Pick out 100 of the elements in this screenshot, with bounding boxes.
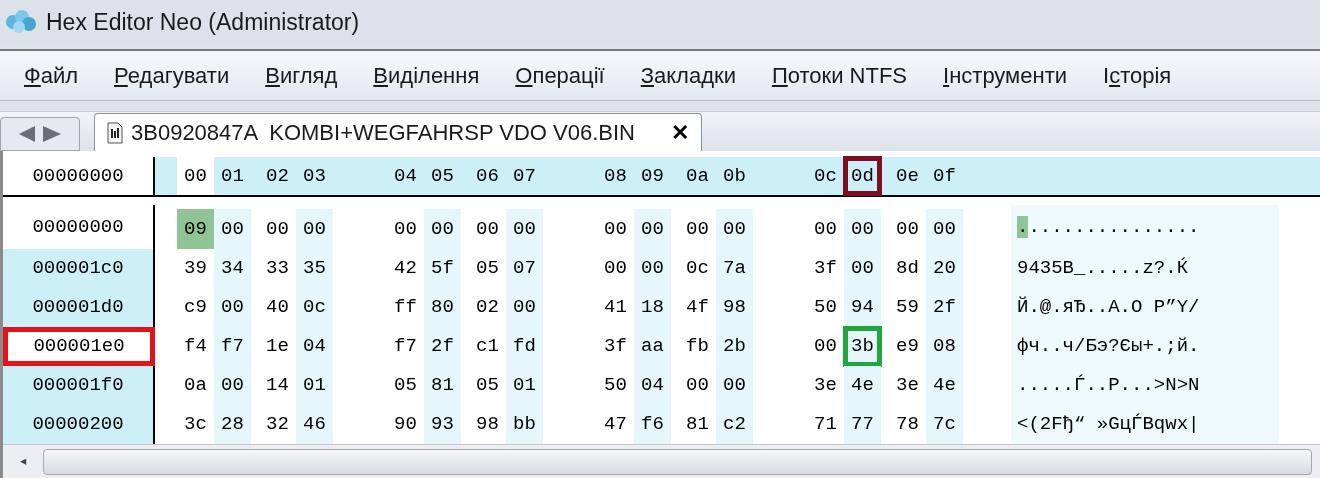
- hex-byte[interactable]: 14: [259, 366, 296, 405]
- hex-byte[interactable]: 00: [214, 209, 251, 249]
- hex-byte[interactable]: 78: [889, 405, 926, 444]
- hex-byte[interactable]: 05: [469, 249, 506, 288]
- hex-byte[interactable]: 18: [634, 288, 671, 327]
- hex-byte[interactable]: 00: [926, 209, 963, 249]
- hex-byte[interactable]: 3f: [597, 327, 634, 366]
- hex-byte[interactable]: 00: [889, 209, 926, 249]
- hex-byte[interactable]: 00: [469, 209, 506, 249]
- hex-byte[interactable]: 34: [214, 249, 251, 288]
- hex-byte[interactable]: 00: [506, 288, 543, 327]
- hex-byte[interactable]: fd: [506, 327, 543, 366]
- hex-byte[interactable]: 00: [716, 366, 753, 405]
- menu-item[interactable]: Потоки NTFS: [771, 59, 908, 92]
- hex-byte[interactable]: 4e: [926, 366, 963, 405]
- hex-byte[interactable]: 47: [597, 405, 634, 444]
- hex-byte[interactable]: fb: [679, 327, 716, 366]
- scroll-thumb[interactable]: [43, 448, 1312, 475]
- hex-byte[interactable]: 3f: [807, 249, 844, 288]
- hex-byte[interactable]: 00: [634, 209, 671, 249]
- hex-byte[interactable]: c2: [716, 405, 753, 444]
- hex-byte[interactable]: 32: [259, 405, 296, 444]
- hex-byte[interactable]: 7a: [716, 249, 753, 288]
- hex-byte[interactable]: 20: [926, 249, 963, 288]
- hex-byte[interactable]: 00: [634, 249, 671, 288]
- hex-byte[interactable]: c1: [469, 327, 506, 366]
- hex-byte[interactable]: 07: [506, 249, 543, 288]
- hex-byte[interactable]: 00: [716, 209, 753, 249]
- hex-byte[interactable]: 05: [387, 366, 424, 405]
- hex-byte[interactable]: 08: [926, 327, 963, 366]
- hex-byte[interactable]: ff: [387, 288, 424, 327]
- hex-byte[interactable]: 50: [807, 288, 844, 327]
- menu-item[interactable]: Інструменти: [943, 59, 1067, 92]
- hex-byte[interactable]: 00: [387, 209, 424, 249]
- horizontal-scrollbar[interactable]: ◂: [3, 444, 1320, 478]
- hex-byte[interactable]: f6: [634, 405, 671, 444]
- hex-byte[interactable]: 2f: [926, 288, 963, 327]
- hex-byte[interactable]: 8d: [889, 249, 926, 288]
- hex-byte[interactable]: 00: [679, 209, 716, 249]
- close-tab-button[interactable]: ✕: [671, 116, 689, 149]
- hex-byte[interactable]: 50: [597, 366, 634, 405]
- hex-byte[interactable]: 00: [214, 366, 251, 405]
- menu-item[interactable]: Операції: [515, 59, 605, 92]
- hex-byte[interactable]: 3e: [889, 366, 926, 405]
- menu-item[interactable]: Закладки: [640, 59, 736, 92]
- hex-byte[interactable]: 00: [506, 209, 543, 249]
- hex-byte[interactable]: 04: [634, 366, 671, 405]
- hex-byte[interactable]: 33: [259, 249, 296, 288]
- hex-byte[interactable]: 81: [424, 366, 461, 405]
- scroll-left-button[interactable]: ◂: [11, 449, 35, 474]
- hex-byte[interactable]: 93: [424, 405, 461, 444]
- hex-byte[interactable]: 3b: [844, 327, 881, 366]
- hex-byte[interactable]: 81: [679, 405, 716, 444]
- hex-byte[interactable]: 2b: [716, 327, 753, 366]
- hex-byte[interactable]: 2f: [424, 327, 461, 366]
- hex-byte[interactable]: 80: [424, 288, 461, 327]
- hex-byte[interactable]: aa: [634, 327, 671, 366]
- tab-scroll-arrows-icon[interactable]: [0, 117, 80, 151]
- hex-byte[interactable]: 00: [597, 209, 634, 249]
- hex-byte[interactable]: 90: [387, 405, 424, 444]
- hex-byte[interactable]: 40: [259, 288, 296, 327]
- hex-byte[interactable]: 77: [844, 405, 881, 444]
- hex-byte[interactable]: 00: [679, 366, 716, 405]
- hex-byte[interactable]: 00: [214, 288, 251, 327]
- hex-byte[interactable]: 00: [296, 209, 333, 249]
- hex-byte[interactable]: 98: [716, 288, 753, 327]
- hex-byte[interactable]: e9: [889, 327, 926, 366]
- hex-byte[interactable]: 0a: [177, 366, 214, 405]
- menu-item[interactable]: Історія: [1103, 59, 1172, 92]
- hex-byte[interactable]: 00: [807, 209, 844, 249]
- hex-byte[interactable]: 59: [889, 288, 926, 327]
- hex-byte[interactable]: 35: [296, 249, 333, 288]
- hex-byte[interactable]: 4f: [679, 288, 716, 327]
- hex-byte[interactable]: 3c: [177, 405, 214, 444]
- menu-item[interactable]: Файл: [24, 59, 79, 92]
- hex-byte[interactable]: 01: [296, 366, 333, 405]
- hex-byte[interactable]: 28: [214, 405, 251, 444]
- hex-byte[interactable]: 0c: [296, 288, 333, 327]
- hex-byte[interactable]: 98: [469, 405, 506, 444]
- hex-byte[interactable]: 00: [259, 209, 296, 249]
- menu-item[interactable]: Виділення: [373, 59, 480, 92]
- hex-byte[interactable]: c9: [177, 288, 214, 327]
- hex-byte[interactable]: 1e: [259, 327, 296, 366]
- hex-byte[interactable]: 00: [844, 249, 881, 288]
- hex-byte[interactable]: f7: [387, 327, 424, 366]
- hex-byte[interactable]: 02: [469, 288, 506, 327]
- hex-byte[interactable]: 0c: [679, 249, 716, 288]
- hex-byte[interactable]: 4e: [844, 366, 881, 405]
- menu-item[interactable]: Вигляд: [265, 59, 338, 92]
- hex-byte[interactable]: 42: [387, 249, 424, 288]
- hex-byte[interactable]: 00: [844, 209, 881, 249]
- hex-byte[interactable]: 3e: [807, 366, 844, 405]
- hex-byte[interactable]: 00: [424, 209, 461, 249]
- hex-byte[interactable]: f4: [177, 327, 214, 366]
- hex-byte[interactable]: 00: [597, 249, 634, 288]
- file-tab[interactable]: 3B0920847A KOMBI+WEGFAHRSP VDO V06.BIN ✕: [94, 113, 702, 151]
- hex-byte[interactable]: 00: [807, 327, 844, 366]
- hex-byte[interactable]: 01: [506, 366, 543, 405]
- hex-byte[interactable]: f7: [214, 327, 251, 366]
- hex-byte[interactable]: 41: [597, 288, 634, 327]
